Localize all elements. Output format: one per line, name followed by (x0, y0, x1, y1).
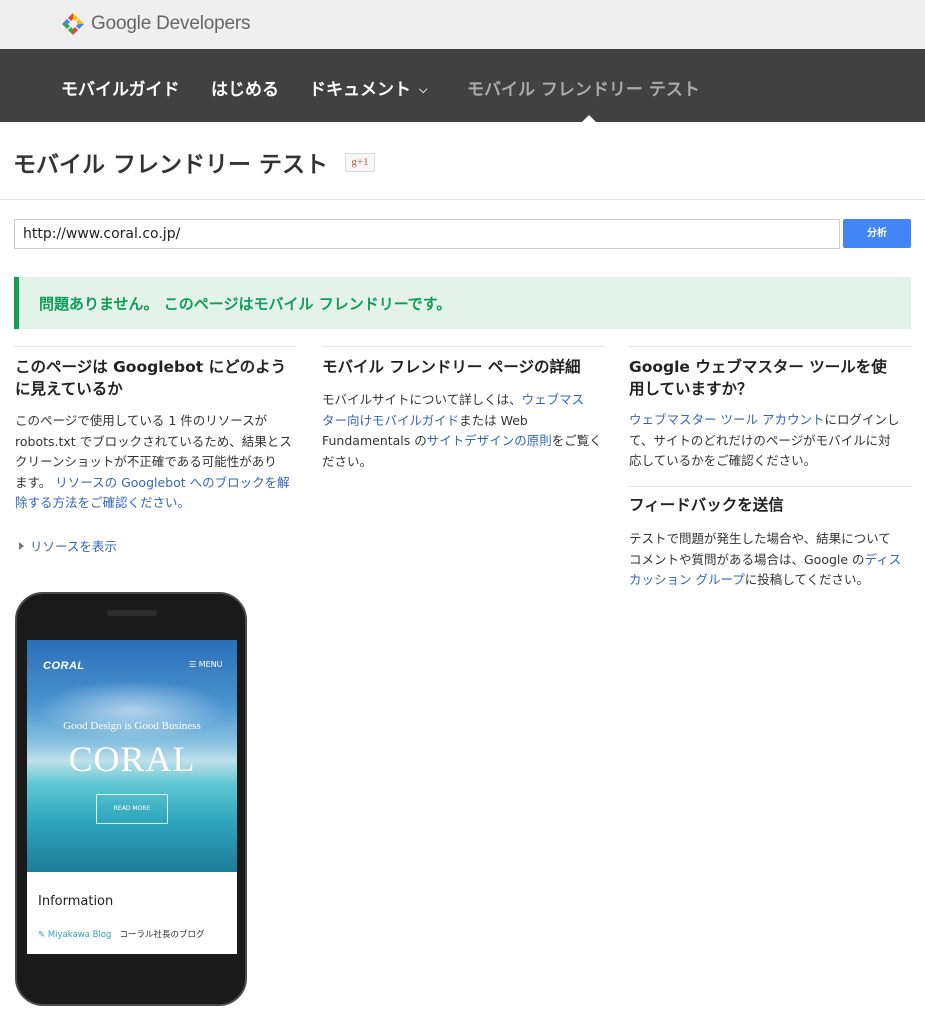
unblock-resources-link[interactable]: リソースの Googlebot へのブロックを解 (55, 475, 289, 490)
result-banner: 問題ありません。 このページはモバイル フレンドリーです。 (14, 277, 911, 329)
heading-line: このページは Googlebot にどのよう (15, 358, 287, 376)
heading-line: Google ウェブマスター ツールを使 (629, 358, 887, 376)
analyze-button[interactable]: 分析 (843, 219, 911, 248)
show-resources-toggle[interactable]: リソースを表示 (19, 536, 117, 555)
googlebot-view-heading: このページは Googlebot にどのよう に見えているか (15, 356, 300, 400)
expand-triangle-icon (19, 542, 24, 550)
site-tagline: Good Design is Good Business (63, 720, 201, 732)
main-nav: モバイルガイド はじめる ドキュメント ⌵ モバイル フレンドリー テスト (0, 49, 925, 122)
webmaster-tools-account-link[interactable]: ウェブマスター ツール アカウント (629, 412, 824, 427)
nav-item-documents-label: ドキュメント (309, 80, 411, 100)
unblock-resources-link-cont[interactable]: 除する方法をご確認ください。 (15, 495, 190, 510)
site-info-heading: Information (38, 894, 114, 909)
text-line: ださい。 (322, 453, 373, 469)
text-line: テストで問題が発生した場合や、結果について (629, 531, 891, 546)
title-divider (0, 199, 925, 200)
site-read-more-button: READ MORE (96, 794, 168, 824)
text-span: モバイルサイトについて詳しくは、 (322, 392, 522, 407)
result-message: 問題ありません。 このページはモバイル フレンドリーです。 (39, 295, 452, 313)
text-span: または Web (459, 412, 528, 428)
column-divider (14, 346, 296, 347)
text-line: 応しているかをご確認ください。 (629, 453, 817, 468)
heading-line: 用していますか？ (629, 380, 753, 398)
google-plus-one-button[interactable]: g+1 (345, 153, 375, 172)
hero-image: CORAL ☰ MENU Good Design is Good Busines… (27, 640, 237, 872)
webmaster-mobile-guide-link[interactable]: ウェブマス (522, 392, 585, 407)
googlebot-view-text: このページで使用している 1 件のリソースが robots.txt でブロックさ… (15, 411, 305, 514)
site-info-item: ✎ Miyakawa Blog コーラル社長のブログ (38, 928, 205, 940)
brand-bar: Google Developers (0, 0, 925, 49)
nav-item-mobile-friendly-test[interactable]: モバイル フレンドリー テスト (467, 75, 700, 100)
webmaster-tools-heading: Google ウェブマスター ツールを使 用していますか？ (629, 356, 919, 400)
mobile-friendly-details-text: モバイルサイトについて詳しくは、ウェブマス ター向けモバイルガイドまたは Web… (322, 390, 612, 472)
text-line: モバイルサイトについて詳しくは、ウェブマス (322, 390, 612, 411)
text-span: に投稿してください。 (744, 572, 869, 587)
site-blog-description: コーラル社長のブログ (119, 930, 205, 940)
text-line: ター向けモバイルガイドまたは Web (322, 411, 612, 432)
webmaster-mobile-guide-link-cont[interactable]: ター向けモバイルガイド (322, 413, 459, 428)
text-span: をご覧く (551, 433, 602, 448)
webmaster-tools-text: ウェブマスター ツール アカウントにログインし て、サイトのどれだけのページがモ… (629, 410, 919, 472)
nav-item-getting-started[interactable]: はじめる (211, 75, 279, 100)
chevron-down-icon: ⌵ (419, 83, 428, 96)
text-line: このページで使用している 1 件のリソースが (15, 413, 268, 428)
text-line: コメントや質問がある場合は、Google のディス (629, 550, 919, 571)
site-design-principles-link[interactable]: サイトデザインの原則 (427, 433, 552, 448)
url-input[interactable]: http://www.coral.co.jp/ (14, 219, 840, 249)
heading-line: に見えているか (15, 380, 123, 398)
text-span: Fundamentals の (322, 433, 427, 448)
google-developers-logo-icon (62, 13, 84, 35)
text-span: コメントや質問がある場合は、Google の (629, 551, 865, 567)
logo-text: Google Developers (91, 13, 251, 34)
edit-icon: ✎ (38, 930, 46, 940)
phone-speaker (107, 610, 157, 616)
column-divider (629, 346, 911, 347)
text-line: カッション グループに投稿してください。 (629, 570, 919, 591)
feedback-heading: フィードバックを送信 (629, 496, 784, 514)
mobile-screenshot-phone: CORAL ☰ MENU Good Design is Good Busines… (15, 592, 247, 1006)
site-blog-link: Miyakawa Blog (47, 930, 112, 940)
phone-screen: CORAL ☰ MENU Good Design is Good Busines… (27, 640, 237, 954)
site-menu-button: ☰ MENU (189, 660, 223, 669)
page-title: モバイル フレンドリー テスト (13, 152, 329, 178)
section-divider (629, 486, 911, 487)
nav-item-mobile-guide[interactable]: モバイルガイド (61, 75, 180, 100)
text-line: て、サイトのどれだけのページがモバイルに対 (629, 432, 891, 448)
text-line: robots.txt でブロックされているため、結果とス (15, 433, 292, 449)
site-hero-title: CORAL (68, 739, 196, 779)
current-page-indicator (582, 115, 596, 122)
text-line: ます。 リソースの Googlebot へのブロックを解 (15, 473, 305, 494)
text-span: ます。 (15, 474, 52, 490)
mobile-friendly-details-heading: モバイル フレンドリー ページの詳細 (322, 358, 581, 376)
text-line: クリーンショットが不正確である可能性があり (15, 454, 277, 469)
site-logo: CORAL (43, 660, 85, 672)
column-divider (322, 346, 604, 347)
google-developers-logo[interactable]: Google Developers (61, 12, 250, 36)
text-span: にログインし (824, 412, 900, 427)
text-line: ウェブマスター ツール アカウントにログインし (629, 410, 919, 431)
nav-item-documents[interactable]: ドキュメント ⌵ (309, 75, 427, 100)
show-resources-label: リソースを表示 (30, 539, 117, 554)
feedback-text: テストで問題が発生した場合や、結果について コメントや質問がある場合は、Goog… (629, 529, 919, 591)
discussion-group-link-cont[interactable]: カッション グループ (629, 572, 745, 587)
text-line: Fundamentals のサイトデザインの原則をご覧く (322, 431, 612, 452)
discussion-group-link[interactable]: ディス (865, 552, 902, 567)
